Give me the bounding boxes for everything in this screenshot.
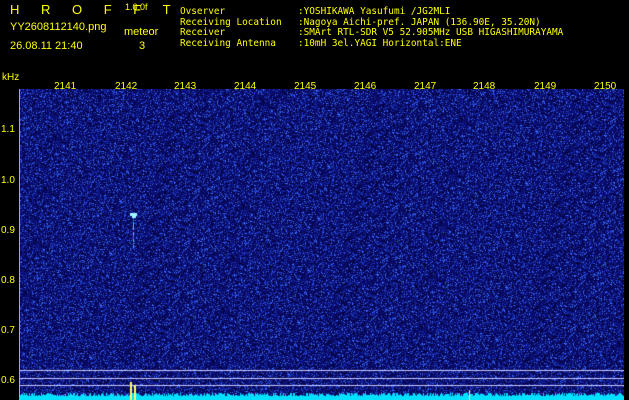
freq-tick: 0.9 (1, 225, 15, 236)
info-row-antenna: Receiving Antenna :10mH 3el.YAGI Horizont… (180, 37, 563, 50)
info-key: Receiver (180, 27, 226, 38)
image-filename: YY2608112140.png (10, 21, 107, 33)
station-info: Ovserver :YOSHIKAWA Yasufumi /JG2MLI Rece… (180, 6, 564, 50)
meteor-label: meteor (124, 26, 159, 38)
info-value: :YOSHIKAWA Yasufumi /JG2MLI (298, 6, 451, 17)
freq-tick: 1.0 (1, 175, 15, 186)
capture-datetime: 26.08.11 21:40 (10, 40, 83, 52)
spectrogram-canvas (20, 89, 624, 400)
app-version: 1.0.0f (125, 2, 148, 12)
freq-tick: 0.7 (1, 325, 15, 336)
info-value: :10mH 3el.YAGI Horizontal:ENE (298, 37, 462, 49)
meteor-count: 3 (139, 40, 146, 52)
freq-tick: 0.8 (1, 275, 15, 286)
info-value: :SMArt RTL-SDR V5 52.905MHz USB HIGASHIM… (298, 27, 564, 38)
freq-tick: 0.6 (1, 375, 15, 386)
frequency-unit-label: kHz (2, 72, 20, 83)
info-key: Receiving Antenna (180, 37, 276, 49)
app-title: H R O F F T (10, 2, 180, 17)
header-panel: H R O F F T 1.0.0f YY2608112140.png mete… (0, 0, 629, 72)
info-row-receiver: Receiver :SMArt RTL-SDR V5 52.905MHz USB … (180, 27, 564, 39)
info-row-observer: Ovserver :YOSHIKAWA Yasufumi /JG2MLI (180, 6, 563, 18)
freq-tick: 1.1 (1, 124, 15, 135)
info-key: Ovserver (180, 6, 226, 17)
